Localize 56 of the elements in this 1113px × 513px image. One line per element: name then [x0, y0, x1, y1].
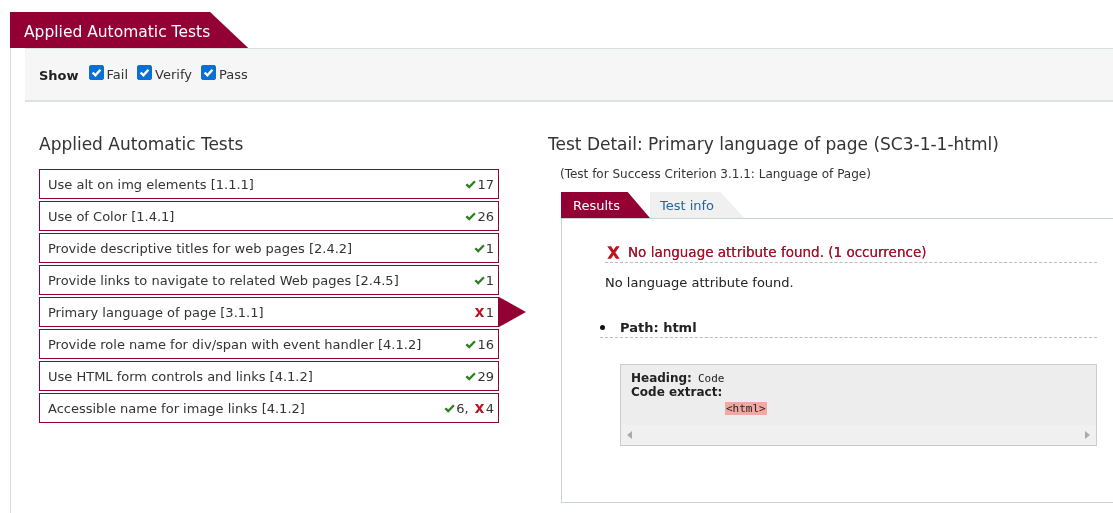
- result-heading: No language attribute found. (1 occurrence): [628, 244, 927, 260]
- result-count: 29: [477, 368, 494, 384]
- checkbox-label[interactable]: Verify: [155, 67, 192, 82]
- check-icon: [465, 210, 477, 222]
- separator: ,: [464, 400, 469, 416]
- check-icon: [444, 402, 456, 414]
- result-count: 16: [477, 336, 494, 352]
- test-item[interactable]: Use alt on img elements [1.1.1] 17: [39, 169, 499, 199]
- test-name: Use alt on img elements [1.1.1]: [48, 176, 254, 192]
- path-label: Path: html: [620, 320, 697, 335]
- bullet-icon: [600, 325, 605, 330]
- result-count: 1: [485, 272, 494, 288]
- checkbox[interactable]: [200, 65, 216, 80]
- test-item[interactable]: Primary language of page [3.1.1] 1: [39, 297, 499, 327]
- tab[interactable]: Results: [561, 192, 650, 218]
- list-title: Applied Automatic Tests: [39, 134, 245, 156]
- check-icon: [465, 370, 477, 382]
- result-count: 1: [485, 304, 494, 320]
- check-icon: [473, 274, 485, 286]
- check-icon: [465, 338, 477, 350]
- result-count: 26: [477, 208, 494, 224]
- test-name: Use of Color [1.4.1]: [48, 208, 175, 224]
- test-item[interactable]: Use HTML form controls and links [4.1.2] 29: [39, 361, 499, 391]
- show-label: Show: [39, 68, 79, 83]
- result-count: 4: [485, 400, 494, 416]
- test-item[interactable]: Accessible name for image links [4.1.2] 6, 4: [39, 393, 499, 423]
- test-name: Use HTML form controls and links [4.1.2]: [48, 368, 313, 384]
- field-label: Code extract:: [631, 385, 724, 399]
- cross-icon: [473, 306, 485, 318]
- test-item[interactable]: Provide role name for div/span with event handler [4.1.2] 16: [39, 329, 499, 359]
- result-count: 6: [456, 400, 465, 416]
- test-name: Accessible name for image links [4.1.2]: [48, 400, 305, 416]
- test-item[interactable]: Use of Color [1.4.1] 26: [39, 201, 499, 231]
- checkbox[interactable]: [137, 65, 153, 80]
- test-name: Primary language of page [3.1.1]: [48, 304, 264, 320]
- test-name: Provide descriptive titles for web pages [2.4.2]: [48, 240, 353, 256]
- checkbox-label[interactable]: Pass: [218, 67, 248, 82]
- check-icon: [473, 242, 485, 254]
- field-value: Code: [697, 371, 725, 385]
- detail-subtitle: (Test for Success Criterion 3.1.1: Language of Page): [560, 167, 872, 181]
- tab[interactable]: Test info: [649, 192, 745, 218]
- detail-title: Test Detail: Primary language of page (SC3-1-1-html): [548, 134, 1000, 156]
- check-icon: [465, 178, 477, 190]
- checkbox[interactable]: [88, 65, 104, 80]
- test-item[interactable]: Provide descriptive titles for web pages [2.4.2] 1: [39, 233, 499, 263]
- cross-icon: [473, 402, 485, 414]
- result-count: 1: [485, 240, 494, 256]
- code-extract: <html>: [725, 402, 767, 415]
- result-count: 17: [477, 176, 494, 192]
- test-name: Provide links to navigate to related Web pages [2.4.5]: [48, 272, 399, 288]
- result-message: No language attribute found.: [605, 275, 795, 290]
- cross-icon: [605, 244, 622, 260]
- field-label: Heading:: [631, 371, 692, 385]
- checkbox-label[interactable]: Fail: [106, 67, 129, 82]
- test-name: Provide role name for div/span with event handler [4.1.2]: [48, 336, 422, 352]
- test-item[interactable]: Provide links to navigate to related Web pages [2.4.5] 1: [39, 265, 499, 295]
